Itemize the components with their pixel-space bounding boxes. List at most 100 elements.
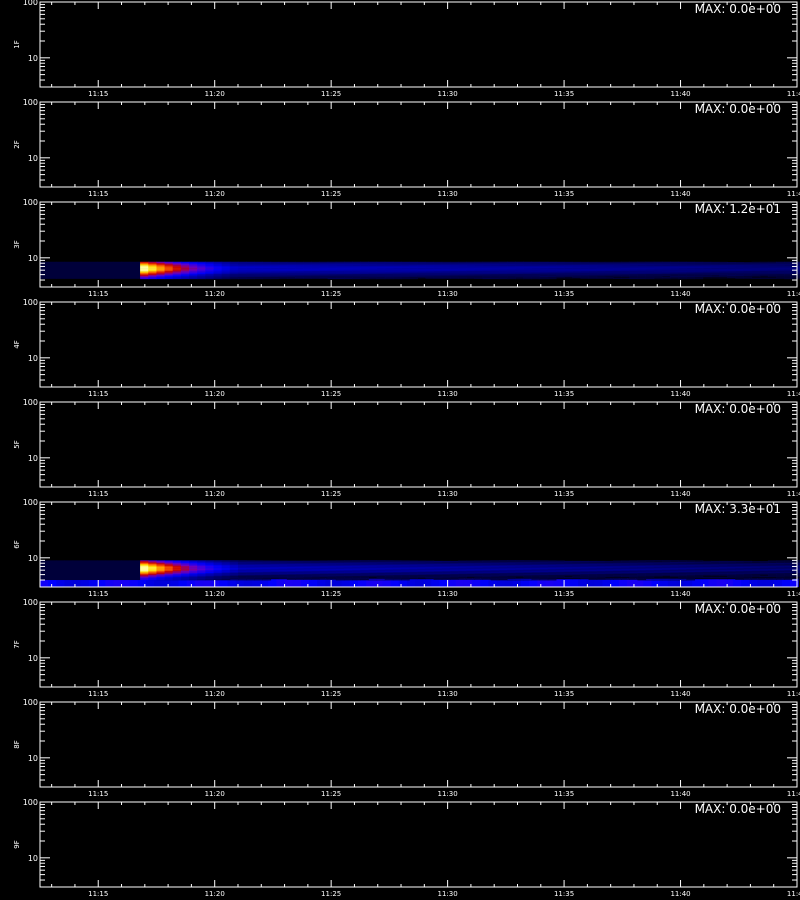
heatmap-cell bbox=[189, 261, 198, 263]
heatmap-cell bbox=[645, 261, 655, 263]
x-tick-label: 11:35 bbox=[554, 490, 574, 498]
heatmap-cell bbox=[784, 262, 793, 264]
heatmap-cell bbox=[401, 576, 410, 578]
heatmap-cell bbox=[278, 560, 288, 562]
heatmap-cell bbox=[547, 275, 557, 277]
heatmap-cell bbox=[392, 278, 402, 280]
heatmap-cell bbox=[113, 261, 123, 279]
heatmap-cell bbox=[441, 261, 451, 263]
heatmap-cell bbox=[262, 579, 272, 581]
heatmap-cell bbox=[604, 277, 614, 279]
heatmap-cell bbox=[572, 261, 581, 263]
panel-6f: 100 10 6F 11:15 11:20 11:25 11:30 11:35 11:40 11:… bbox=[0, 498, 800, 600]
heatmap-cell bbox=[129, 578, 139, 587]
heatmap-cell bbox=[694, 275, 704, 277]
heatmap-cell bbox=[515, 261, 524, 263]
heatmap-cell bbox=[88, 560, 98, 581]
x-tick-label: 11:45 bbox=[787, 490, 800, 498]
y-tick-label: 10 bbox=[28, 454, 38, 463]
y-axis-label: 2F bbox=[13, 140, 21, 148]
heatmap-cell bbox=[727, 274, 736, 276]
heatmap-cell bbox=[792, 275, 800, 277]
heatmap-cell bbox=[670, 278, 679, 280]
heatmap-cell bbox=[409, 277, 418, 278]
x-tick-label: 11:20 bbox=[205, 490, 225, 498]
heatmap-cell bbox=[172, 261, 182, 263]
heatmap-cell bbox=[700, 578, 709, 587]
heatmap-cell bbox=[360, 261, 369, 263]
heatmap-cell bbox=[645, 276, 655, 278]
x-tick-label: 11:15 bbox=[88, 90, 108, 98]
heatmap-cell bbox=[254, 560, 263, 562]
heatmap-cell bbox=[447, 578, 457, 587]
heatmap-cell bbox=[702, 277, 712, 279]
x-tick-label: 11:30 bbox=[438, 390, 458, 398]
heatmap-cell bbox=[148, 560, 157, 562]
heatmap-cell bbox=[498, 277, 508, 279]
heatmap-cell bbox=[433, 261, 443, 263]
heatmap-cell bbox=[140, 261, 149, 263]
heatmap-cell bbox=[121, 578, 131, 587]
y-tick-label: 100 bbox=[23, 398, 38, 407]
heatmap-cell bbox=[80, 261, 90, 279]
heatmap-cell bbox=[718, 277, 728, 279]
heatmap-cell bbox=[56, 560, 65, 581]
heatmap-cell bbox=[352, 277, 361, 279]
spectrogram-4f: 100 10 4F 11:15 11:20 11:25 11:30 11:35 11:40 11:… bbox=[13, 298, 800, 398]
y-axis-label: 1F bbox=[13, 40, 21, 48]
heatmap-cell bbox=[610, 578, 620, 587]
plot-frame bbox=[39, 301, 798, 388]
heatmap-cell bbox=[164, 261, 174, 263]
heatmap-cell bbox=[751, 276, 761, 278]
heatmap-cell bbox=[743, 276, 753, 278]
max-label: MAX: 0.0e+00 bbox=[695, 2, 781, 16]
heatmap-cell bbox=[507, 277, 516, 279]
heatmap-cell bbox=[221, 560, 231, 562]
heatmap-cell bbox=[295, 261, 304, 263]
heatmap-cell bbox=[776, 262, 785, 264]
heatmap-cell bbox=[735, 274, 744, 276]
heatmap-cell bbox=[335, 261, 345, 263]
y-tick-label: 10 bbox=[28, 154, 38, 163]
heatmap-cell bbox=[531, 261, 541, 263]
heatmap-cell bbox=[661, 278, 671, 280]
heatmap-cell bbox=[246, 261, 255, 263]
heatmap-cell bbox=[327, 579, 337, 580]
heatmap-cell bbox=[343, 577, 353, 579]
heatmap-cell bbox=[303, 277, 312, 279]
heatmap-cell bbox=[694, 277, 704, 278]
heatmap-cell bbox=[588, 277, 598, 279]
heatmap-cell bbox=[392, 579, 402, 581]
heatmap-cell bbox=[702, 275, 712, 277]
heatmap-cell bbox=[352, 577, 361, 579]
heatmap-cell bbox=[343, 277, 353, 279]
heatmap-cell bbox=[612, 261, 622, 263]
heatmap-cell bbox=[710, 277, 720, 279]
x-tick-label: 11:15 bbox=[88, 290, 108, 298]
heatmap-cell bbox=[254, 578, 263, 579]
heatmap-cell bbox=[531, 277, 541, 278]
x-tick-label: 11:45 bbox=[787, 290, 800, 298]
heatmap-cell bbox=[237, 560, 247, 562]
heatmap-cell bbox=[254, 579, 263, 581]
heatmap-cell bbox=[743, 262, 753, 263]
heatmap-cell bbox=[276, 578, 286, 587]
heatmap-cell bbox=[335, 579, 345, 580]
x-tick-label: 11:15 bbox=[88, 490, 108, 498]
heatmap-cell bbox=[637, 275, 647, 277]
heatmap-cell bbox=[376, 579, 386, 581]
heatmap-cell bbox=[360, 277, 369, 279]
heatmap-cell bbox=[767, 275, 777, 277]
heatmap-cell bbox=[121, 261, 131, 279]
heatmap-cell bbox=[572, 276, 581, 278]
heatmap-cell bbox=[180, 261, 190, 263]
heatmap-cell bbox=[523, 277, 532, 278]
heatmap-cell bbox=[105, 578, 114, 587]
heatmap-cells bbox=[40, 560, 800, 587]
y-tick-label: 100 bbox=[23, 198, 38, 207]
heatmap-cell bbox=[572, 277, 581, 279]
heatmap-cell bbox=[286, 577, 296, 578]
heatmap-cell bbox=[678, 278, 687, 280]
heatmap-cell bbox=[368, 261, 378, 263]
heatmap-cell bbox=[604, 276, 614, 278]
